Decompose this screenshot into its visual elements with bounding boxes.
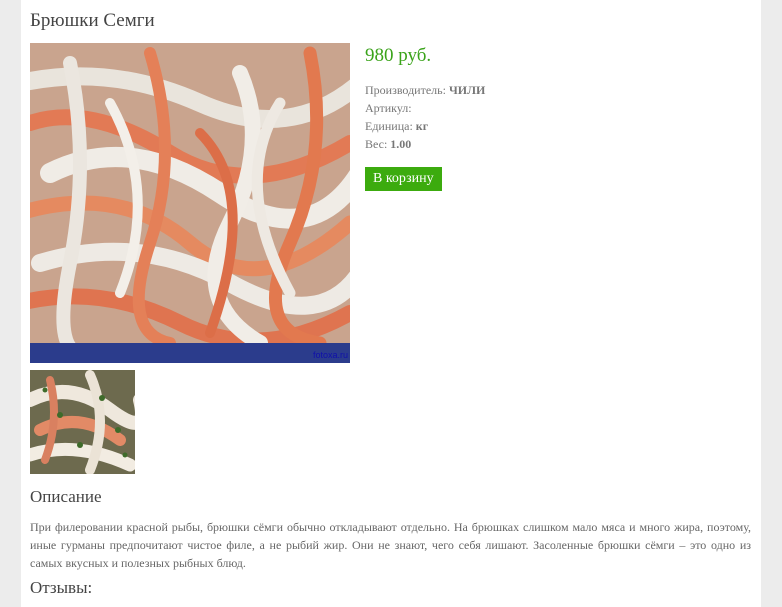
reviews-heading: Отзывы: (30, 578, 93, 597)
weight-label: Вес: (365, 137, 388, 151)
manufacturer-row: Производитель: ЧИЛИ (365, 81, 745, 99)
weight-row: Вес: 1.00 (365, 135, 745, 153)
unit-row: Единица: кг (365, 117, 745, 135)
salmon-bellies-image (30, 43, 350, 363)
product-title: Брюшки Семги (30, 10, 155, 31)
photo-watermark: fotoxa.ru (312, 350, 348, 360)
weight-value: 1.00 (390, 137, 412, 151)
manufacturer-label: Производитель: (365, 83, 446, 97)
unit-value: кг (415, 119, 429, 133)
product-main-photo[interactable]: fotoxa.ru (30, 43, 350, 363)
product-info: 980 руб. Производитель: ЧИЛИ Артикул: Ед… (365, 43, 745, 191)
description-text: При филеровании красной рыбы, брюшки сём… (30, 520, 751, 570)
sku-row: Артикул: (365, 99, 745, 117)
product-page: Брюшки Семги fotoxa.ru 980 руб. Производ… (21, 0, 761, 607)
add-to-cart-button[interactable]: В корзину (365, 167, 442, 191)
unit-label: Единица: (365, 119, 413, 133)
manufacturer-value: ЧИЛИ (448, 83, 486, 97)
product-price: 980 руб. (365, 45, 432, 66)
product-thumbnail[interactable] (30, 370, 135, 474)
thumbnail-image (30, 370, 135, 474)
sku-label: Артикул: (365, 101, 412, 115)
description-heading: Описание (30, 487, 102, 506)
